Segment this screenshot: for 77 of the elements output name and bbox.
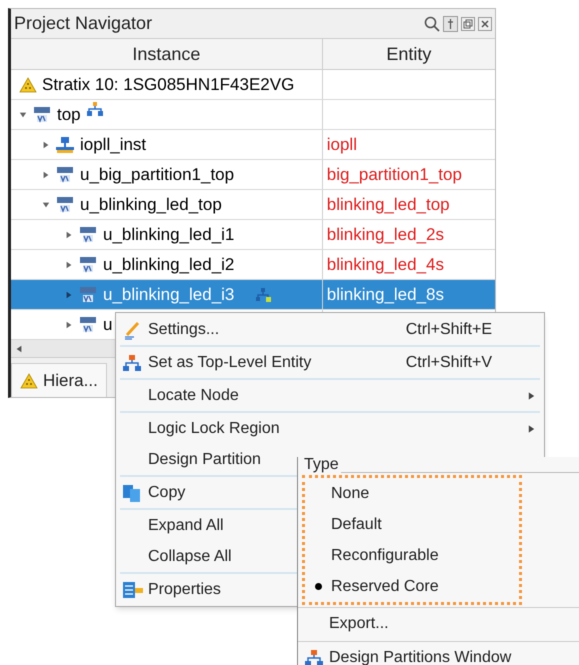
instance-name: u_blinking_led_top [80, 194, 222, 216]
instance-name: u_blinking_led_i1 [103, 224, 234, 246]
expand-arrow-icon[interactable] [42, 140, 50, 148]
collapse-arrow-icon[interactable] [19, 110, 27, 118]
tree-row[interactable]: Stratix 10: 1SG085HN1F43E2VG [11, 70, 495, 100]
hierarchy-icon [86, 100, 104, 116]
tree-row[interactable]: iopll_inst iopll [11, 130, 495, 160]
copy-icon [122, 482, 142, 502]
file-icon [78, 226, 98, 244]
menu-item[interactable]: Expand All [116, 510, 297, 541]
expand-arrow-icon[interactable] [65, 290, 73, 298]
pin-icon[interactable] [443, 16, 458, 32]
expand-arrow-icon[interactable] [65, 320, 73, 328]
close-icon[interactable] [478, 16, 492, 30]
hierarchy-icon [122, 354, 142, 372]
file-icon [78, 256, 98, 274]
radio-menu-item[interactable]: Reserved Core [305, 571, 519, 602]
radio-menu-item[interactable]: Default [305, 509, 519, 540]
menu-item[interactable]: Properties [116, 574, 297, 605]
radio-menu-item[interactable]: None [305, 478, 519, 509]
triangle-icon [20, 372, 38, 388]
file-icon [78, 316, 98, 334]
hierarchy-icon [255, 286, 274, 302]
column-header[interactable]: Entity [322, 39, 495, 69]
file-icon [78, 286, 98, 304]
tree-row[interactable]: u_blinking_led_i2 blinking_led_4s [11, 250, 495, 280]
submenu-heading: Type [304, 455, 339, 475]
expand-arrow-icon[interactable] [65, 230, 73, 238]
instance-name: iopll_inst [80, 134, 146, 156]
entity-name: blinking_led_2s [326, 224, 444, 246]
menu-item[interactable]: Set as Top-Level Entity Ctrl+Shift+V [116, 347, 544, 378]
radio-menu-item[interactable]: Reconfigurable [305, 540, 519, 571]
panel-title: Project Navigator [14, 12, 152, 35]
file-icon [55, 166, 75, 184]
menu-item[interactable]: Collapse All [116, 541, 297, 572]
instance-name: top [57, 104, 81, 126]
hierarchy-icon [304, 648, 324, 665]
block-icon [55, 136, 75, 154]
instance-name: Stratix 10: 1SG085HN1F43E2VG [42, 74, 294, 96]
menu-item[interactable]: Design Partition [116, 444, 297, 475]
shortcut-label: Ctrl+Shift+E [406, 320, 492, 340]
tree-row[interactable]: u_blinking_led_i3 blinking_led_8s [11, 280, 495, 310]
submenu-arrow-icon[interactable] [527, 390, 536, 400]
scroll-left-icon[interactable] [15, 344, 23, 352]
menu-item[interactable]: Copy [116, 477, 297, 508]
menu-item[interactable]: Export... [298, 608, 579, 639]
instance-name: u [103, 314, 112, 336]
triangle-icon [19, 76, 37, 92]
menu-item[interactable]: Settings... Ctrl+Shift+E [116, 314, 544, 345]
submenu-arrow-icon[interactable] [527, 424, 536, 434]
tree-row[interactable]: u_big_partition1_top big_partition1_top [11, 160, 495, 190]
expand-arrow-icon[interactable] [42, 170, 50, 178]
instance-name: u_blinking_led_i3 [103, 284, 234, 306]
expand-arrow-icon[interactable] [65, 260, 73, 268]
menu-item[interactable]: Design Partitions Window [298, 642, 579, 665]
menu-item[interactable]: Locate Node [116, 380, 544, 411]
restore-icon[interactable] [461, 16, 475, 30]
tree-row[interactable]: u_blinking_led_top blinking_led_top [11, 190, 495, 220]
entity-name: blinking_led_4s [326, 254, 444, 276]
hierarchy-tab[interactable]: Hiera... [11, 363, 107, 397]
column-header[interactable]: Instance [11, 39, 323, 69]
entity-name: big_partition1_top [326, 164, 462, 186]
file-icon [32, 106, 52, 124]
search-icon[interactable] [424, 16, 440, 32]
collapse-arrow-icon[interactable] [42, 200, 50, 208]
shortcut-label: Ctrl+Shift+V [406, 352, 492, 372]
entity-name: blinking_led_8s [326, 284, 444, 306]
file-icon [55, 196, 75, 214]
entity-name: iopll [326, 134, 357, 156]
instance-name: u_blinking_led_i2 [103, 254, 234, 276]
menu-item[interactable]: Logic Lock Region [116, 413, 544, 444]
properties-icon [122, 580, 144, 598]
tree-row[interactable]: top [11, 100, 495, 130]
entity-name: blinking_led_top [326, 194, 450, 216]
tree-row[interactable]: u_blinking_led_i1 blinking_led_2s [11, 220, 495, 250]
pencil-icon [122, 320, 142, 340]
instance-name: u_big_partition1_top [80, 164, 234, 186]
